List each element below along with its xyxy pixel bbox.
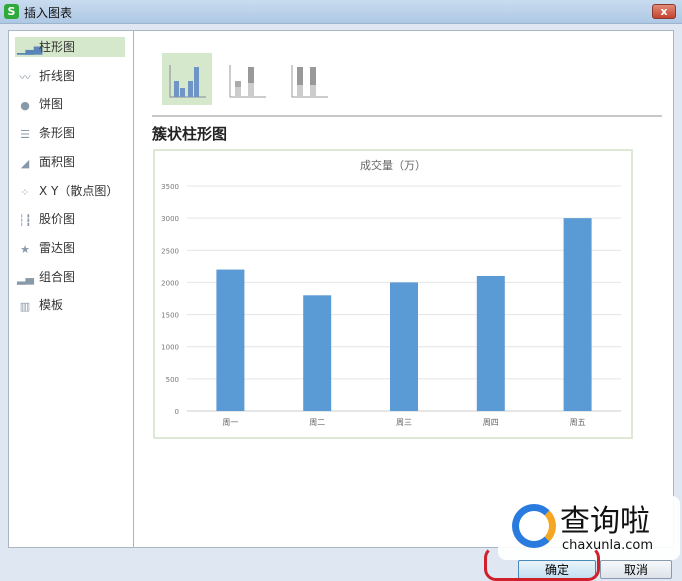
template-icon: ▥ xyxy=(19,300,31,314)
y-tick-label: 3500 xyxy=(161,183,179,191)
bar xyxy=(390,282,418,411)
sidebar-item-label: 股价图 xyxy=(39,212,76,227)
stock-chart-icon: ┆┇ xyxy=(18,214,32,228)
x-tick-label: 周五 xyxy=(570,418,586,427)
y-tick-label: 3000 xyxy=(161,215,179,223)
sidebar-item-scatter-chart[interactable]: ⁘ X Y（散点图） xyxy=(15,181,125,201)
column-chart-icon: ▁▃▅ xyxy=(17,42,43,55)
close-button[interactable]: x xyxy=(652,4,676,19)
sidebar-item-label: 柱形图 xyxy=(39,40,76,54)
sidebar-item-label: 折线图 xyxy=(39,68,76,83)
line-chart-icon: 〰 xyxy=(19,70,31,84)
window-title: 插入图表 xyxy=(24,6,73,20)
subtype-percent-stacked-column[interactable] xyxy=(284,53,334,105)
bar xyxy=(216,269,245,411)
sidebar-item-label: 模板 xyxy=(39,298,64,313)
y-tick-label: 2000 xyxy=(161,279,179,287)
watermark-logo-icon xyxy=(512,504,556,548)
app-icon: S xyxy=(4,4,19,19)
pie-chart-icon: ● xyxy=(20,99,30,113)
sidebar-item-label: 条形图 xyxy=(39,126,76,141)
bar xyxy=(563,218,592,411)
y-tick-label: 1000 xyxy=(161,344,179,352)
area-chart-icon: ◢ xyxy=(20,156,30,170)
highlight-annotation xyxy=(484,546,600,581)
sidebar-item-line-chart[interactable]: 〰折线图 xyxy=(15,66,125,86)
bar xyxy=(476,276,505,411)
y-tick-label: 1500 xyxy=(161,312,179,320)
combo-chart-icon: ▂▄ xyxy=(17,271,34,285)
x-tick-label: 周一 xyxy=(222,418,238,427)
sidebar-item-stock-chart[interactable]: ┆┇ 股价图 xyxy=(15,209,125,229)
sidebar-item-label: 饼图 xyxy=(39,97,64,112)
bar xyxy=(303,295,332,411)
radar-chart-icon: ★ xyxy=(20,242,30,256)
subtype-stacked-column[interactable] xyxy=(222,53,272,105)
subtype-clustered-column[interactable] xyxy=(162,53,212,105)
sidebar-item-area-chart[interactable]: ◢ 面积图 xyxy=(15,152,125,172)
sidebar-item-template[interactable]: ▥ 模板 xyxy=(15,295,125,315)
chart-preview-panel: 簇状柱形图 成交量（万） 0 500 1000 1500 2000 2500 3000 3500… xyxy=(134,30,674,548)
watermark-text: 查询啦 xyxy=(560,504,650,539)
scatter-chart-icon: ⁘ xyxy=(20,185,30,199)
y-tick-label: 0 xyxy=(175,408,179,416)
chart-title: 成交量（万） xyxy=(360,158,426,172)
x-tick-label: 周三 xyxy=(396,418,412,427)
bar-chart: 成交量（万） 0 500 1000 1500 2000 2500 3000 3500 周一 周二 周三… xyxy=(161,158,621,427)
sidebar-item-radar-chart[interactable]: ★ 雷达图 xyxy=(15,238,125,258)
sidebar-item-pie-chart[interactable]: ● 饼图 xyxy=(15,94,125,114)
sidebar-item-combo-chart[interactable]: ▂▄ 组合图 xyxy=(15,267,125,287)
sidebar-item-bar-chart[interactable]: ☰ 条形图 xyxy=(15,123,125,143)
x-tick-label: 周四 xyxy=(483,418,499,427)
title-bar: S 插入图表 x xyxy=(0,0,682,24)
cancel-button[interactable]: 取消 xyxy=(600,560,672,579)
sidebar-item-column-chart[interactable]: ▁▃▅柱形图 xyxy=(15,37,125,57)
chart-type-list: ▁▃▅柱形图〰折线图 ● 饼图 ☰ 条形图 ◢ 面积图 ⁘ X Y（散点图） ┆┇ 股价图 ★ 雷达图 ▂… xyxy=(8,30,134,548)
divider xyxy=(152,115,662,117)
sidebar-item-label: 面积图 xyxy=(39,154,76,169)
subtype-title: 簇状柱形图 xyxy=(152,125,228,143)
sidebar-item-label: X Y（散点图） xyxy=(39,183,119,198)
chart-preview: 成交量（万） 0 500 1000 1500 2000 2500 3000 3500 周一 周二 周三… xyxy=(153,149,633,439)
bar-chart-icon: ☰ xyxy=(20,128,30,142)
x-tick-label: 周二 xyxy=(309,418,325,427)
y-tick-label: 2500 xyxy=(161,247,179,255)
y-tick-label: 500 xyxy=(166,376,179,384)
sidebar-item-label: 组合图 xyxy=(39,269,76,284)
sidebar-item-label: 雷达图 xyxy=(39,240,76,255)
